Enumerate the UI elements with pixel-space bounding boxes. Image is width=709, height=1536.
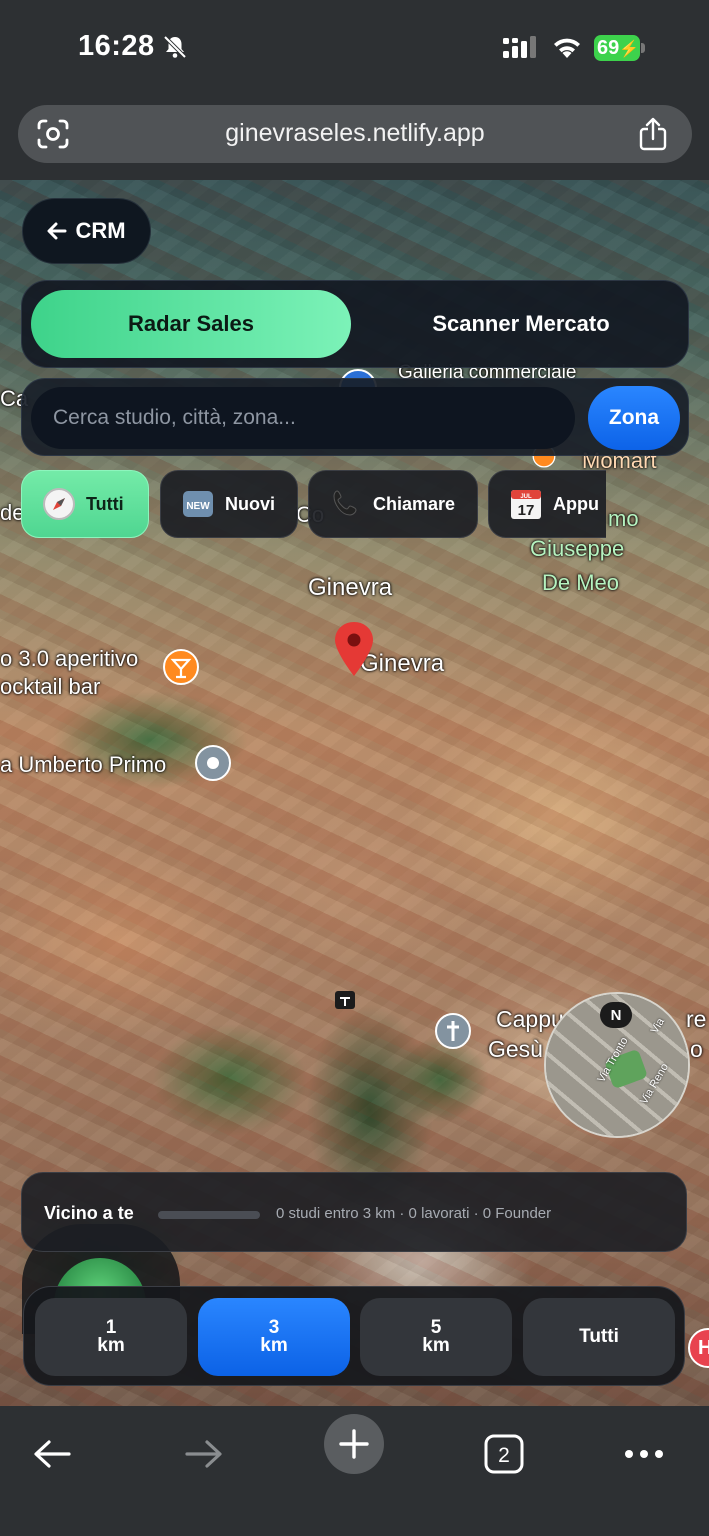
arrow-back-icon bbox=[34, 1440, 71, 1468]
share-icon[interactable] bbox=[638, 117, 668, 151]
plus-icon bbox=[339, 1429, 369, 1459]
map-label-cappuccini-2b: o bbox=[690, 1036, 703, 1062]
nearby-progress-bar bbox=[158, 1211, 260, 1219]
church-poi-icon[interactable] bbox=[434, 1012, 472, 1056]
svg-text:JUL: JUL bbox=[520, 494, 532, 500]
range-value: Tutti bbox=[579, 1326, 619, 1347]
svg-text:2: 2 bbox=[498, 1444, 510, 1467]
filter-tutti[interactable]: Tutti bbox=[21, 470, 149, 538]
new-tab-button[interactable] bbox=[324, 1414, 384, 1474]
bell-muted-icon bbox=[163, 35, 187, 59]
range-unit: km bbox=[422, 1335, 450, 1356]
tabs-icon: 2 bbox=[484, 1434, 524, 1474]
filter-label: Nuovi bbox=[225, 493, 276, 514]
tab-scanner-mercato[interactable]: Scanner Mercato bbox=[362, 290, 680, 358]
calendar-icon: JUL 17 bbox=[509, 487, 543, 521]
range-5km-button[interactable]: 5 km bbox=[360, 1298, 512, 1376]
back-button[interactable] bbox=[22, 1424, 82, 1484]
crm-back-button[interactable]: CRM bbox=[22, 198, 151, 264]
map-label-aperitivo-1: o 3.0 aperitivo bbox=[0, 646, 139, 671]
svg-text:17: 17 bbox=[518, 502, 535, 519]
arrow-forward-icon bbox=[185, 1440, 222, 1468]
url-text: ginevraseles.netlify.app bbox=[225, 119, 485, 147]
cellular-signal-icon bbox=[503, 36, 536, 58]
search-input[interactable] bbox=[31, 387, 575, 449]
location-poi-icon[interactable] bbox=[194, 744, 232, 788]
search-bar: Zona bbox=[21, 378, 689, 456]
phone-icon bbox=[329, 487, 363, 521]
nearby-card[interactable]: Vicino a te 0 studi entro 3 km · 0 lavor… bbox=[21, 1172, 687, 1252]
map-label-ginevra-top: Ginevra bbox=[308, 574, 393, 601]
tabs-button[interactable]: 2 bbox=[474, 1424, 534, 1484]
filter-chips: Tutti NEW Nuovi Chiamare JUL 17 Appu bbox=[0, 470, 606, 540]
filter-label: Tutti bbox=[86, 493, 124, 514]
wifi-icon bbox=[554, 38, 580, 58]
compass-icon bbox=[42, 487, 76, 521]
filter-appuntamenti[interactable]: JUL 17 Appu bbox=[488, 470, 606, 538]
range-3km-button[interactable]: 3 km bbox=[198, 1298, 350, 1376]
range-unit: km bbox=[97, 1335, 125, 1356]
zona-button[interactable]: Zona bbox=[588, 386, 680, 450]
status-time: 16:28 bbox=[78, 30, 155, 62]
tab-radar-sales[interactable]: Radar Sales bbox=[31, 290, 351, 358]
map-label-giuseppe-1: mo bbox=[608, 506, 639, 531]
status-bar: 16:28 69⚡ bbox=[0, 0, 709, 98]
map-label-cappuccini-1b: re bbox=[686, 1006, 707, 1032]
filter-chiamare[interactable]: Chiamare bbox=[308, 470, 478, 538]
north-indicator: N bbox=[600, 1002, 632, 1028]
filter-label: Chiamare bbox=[373, 493, 456, 514]
range-unit: km bbox=[260, 1335, 288, 1356]
crm-label: CRM bbox=[75, 218, 126, 243]
browser-chrome: ginevraseles.netlify.app bbox=[0, 98, 709, 180]
range-1km-button[interactable]: 1 km bbox=[35, 1298, 187, 1376]
map-pin-icon[interactable] bbox=[333, 620, 375, 678]
arrow-left-icon bbox=[47, 222, 67, 240]
filter-nuovi[interactable]: NEW Nuovi bbox=[160, 470, 298, 538]
forward-button[interactable] bbox=[174, 1424, 234, 1484]
more-dots-icon bbox=[625, 1450, 663, 1458]
browser-toolbar: 2 bbox=[0, 1406, 709, 1536]
map-label-cappuccini-2: Gesù bbox=[488, 1036, 543, 1062]
range-all-button[interactable]: Tutti bbox=[523, 1298, 675, 1376]
cocktail-poi-icon[interactable] bbox=[162, 648, 200, 692]
nearby-stats: 0 studi entro 3 km · 0 lavorati · 0 Foun… bbox=[276, 1205, 552, 1222]
map-label-aperitivo-2: ocktail bar bbox=[0, 674, 101, 699]
map-label-umberto: a Umberto Primo bbox=[0, 752, 167, 777]
battery-level: 69 bbox=[597, 37, 620, 59]
nearby-title: Vicino a te bbox=[44, 1203, 134, 1223]
filter-label: Appu bbox=[553, 493, 599, 514]
map-label-giuseppe-3: De Meo bbox=[542, 570, 620, 595]
address-bar[interactable]: ginevraseles.netlify.app bbox=[18, 105, 692, 163]
battery-icon: 69⚡ bbox=[594, 35, 646, 61]
more-button[interactable] bbox=[614, 1424, 674, 1484]
range-selector: 1 km 3 km 5 km Tutti bbox=[23, 1286, 685, 1386]
svg-text:NEW: NEW bbox=[186, 501, 210, 512]
mode-tabs: Radar Sales Scanner Mercato bbox=[21, 280, 689, 368]
parking-poi-icon[interactable] bbox=[330, 986, 360, 1016]
new-icon: NEW bbox=[181, 487, 215, 521]
